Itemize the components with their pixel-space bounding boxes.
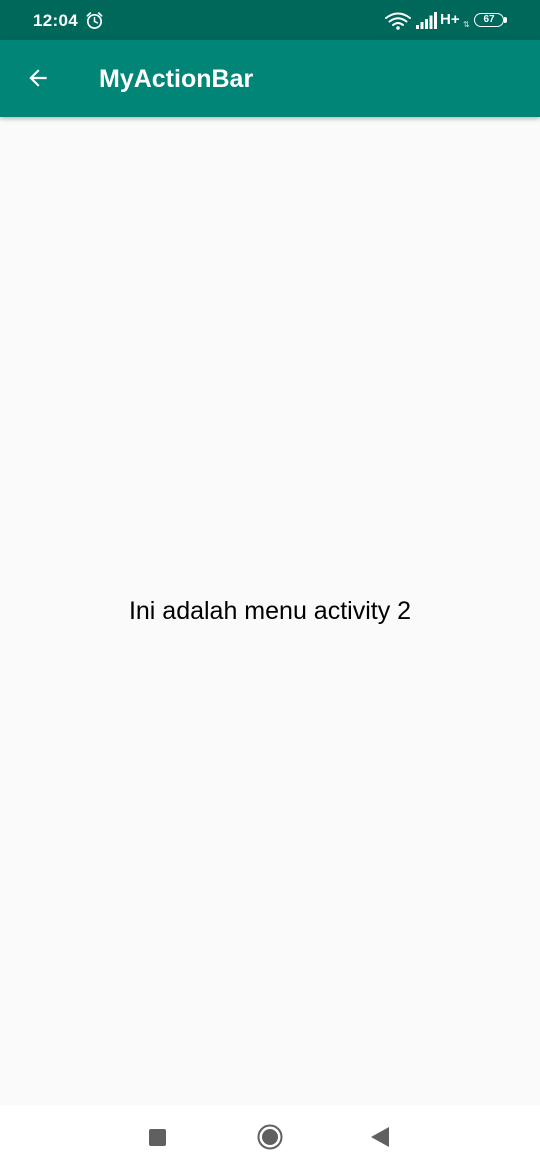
battery-icon: 67 (474, 13, 508, 29)
recents-square-icon[interactable] (149, 1129, 166, 1146)
content-message: Ini adalah menu activity 2 (128, 597, 412, 625)
network-type: H+ (440, 11, 460, 28)
app-title: MyActionBar (99, 65, 254, 93)
navigation-bar (0, 1105, 540, 1170)
wifi-icon (385, 12, 411, 30)
network-arrows-icon: ⇅ (463, 20, 470, 29)
battery-tip (504, 17, 507, 23)
battery-level: 67 (483, 14, 495, 25)
screen: 12:04 H+ ⇅ 67 MyActionBar Ini adalah men… (0, 0, 540, 1170)
home-circle-icon[interactable] (257, 1124, 283, 1150)
status-bar: 12:04 H+ ⇅ 67 (0, 0, 540, 40)
app-bar: MyActionBar (0, 40, 540, 117)
signal-icon (416, 12, 438, 29)
arrow-back-icon (29, 69, 47, 87)
status-time: 12:04 (33, 11, 78, 30)
back-triangle-icon[interactable] (370, 1126, 390, 1148)
alarm-icon (85, 11, 104, 30)
back-button[interactable] (20, 60, 56, 96)
